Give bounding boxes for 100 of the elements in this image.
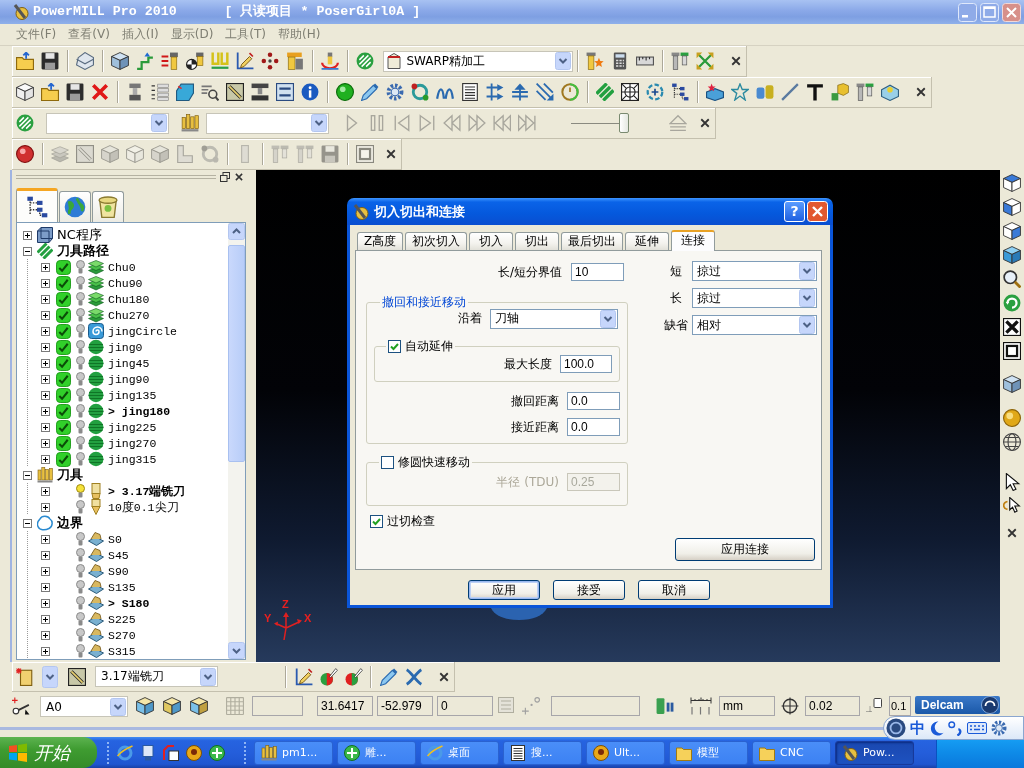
tree-item[interactable]: S315	[108, 644, 136, 658]
bulb-icon[interactable]	[76, 340, 85, 354]
tile-icon[interactable]	[276, 83, 294, 101]
collapse-icon[interactable]	[23, 470, 32, 480]
expand-icon[interactable]	[41, 582, 50, 592]
bulb-icon[interactable]	[76, 356, 85, 370]
diagonal-arrows-icon[interactable]	[536, 83, 554, 101]
collapse-icon[interactable]	[23, 246, 32, 256]
sphere-icon[interactable]	[336, 83, 354, 101]
keyboard-icon[interactable]	[967, 720, 987, 736]
expand-icon[interactable]	[41, 422, 50, 432]
tools-icon[interactable]	[671, 52, 689, 70]
dropdown[interactable]: 掠过	[692, 261, 817, 281]
checkbox[interactable]	[388, 339, 401, 353]
scroll-down-icon[interactable]	[228, 642, 245, 659]
close-icon[interactable]	[699, 117, 711, 129]
tab[interactable]: 连接	[671, 230, 716, 251]
expand-icon[interactable]	[41, 294, 50, 304]
check-icon[interactable]	[56, 275, 71, 291]
close-icon[interactable]	[1006, 527, 1018, 539]
tool-holder-icon[interactable]	[16, 667, 34, 686]
cylinder-tool-icon[interactable]	[286, 52, 304, 70]
expand-icon[interactable]	[41, 342, 50, 352]
tree-item[interactable]: S135	[108, 580, 136, 594]
checkbox-label[interactable]: 自动延伸	[405, 339, 453, 353]
cancel-button[interactable]: 取消	[637, 580, 710, 600]
coordinate-field[interactable]: -52.979	[377, 696, 433, 716]
cylinders-icon[interactable]	[756, 83, 774, 101]
tree-item[interactable]: jing225	[108, 420, 157, 434]
tab[interactable]: 最后切出	[561, 232, 624, 250]
tool-frame-icon[interactable]	[68, 667, 86, 686]
ring-icon[interactable]	[886, 718, 906, 738]
tree-item[interactable]: > S180	[108, 596, 150, 610]
cross-box-icon[interactable]	[1003, 318, 1021, 336]
tree-item[interactable]: 刀具	[57, 466, 83, 484]
check-icon[interactable]	[56, 419, 71, 435]
sphere-icon[interactable]	[16, 145, 34, 163]
taskbar-button[interactable]: 搜...	[503, 740, 582, 765]
bulb-icon[interactable]	[76, 580, 85, 594]
check-icon[interactable]	[56, 307, 71, 323]
expand-icon[interactable]	[23, 230, 32, 240]
chevron-down-icon[interactable]	[310, 114, 327, 132]
line-icon[interactable]	[781, 83, 799, 101]
chevron-down-icon[interactable]	[200, 667, 216, 686]
cube-icon[interactable]	[136, 697, 154, 715]
pencil-sphere-icon[interactable]	[319, 667, 338, 686]
settings-icon[interactable]	[386, 83, 404, 101]
input-field[interactable]: 100.0	[560, 355, 612, 373]
tool-holder-icon[interactable]	[126, 83, 144, 101]
chevron-down-icon[interactable]	[799, 289, 815, 307]
tree-item[interactable]: jing135	[108, 388, 157, 402]
axes-pencil-icon[interactable]	[294, 667, 313, 686]
expand-icon[interactable]	[41, 326, 50, 336]
check-icon[interactable]	[56, 339, 71, 355]
expand-icon[interactable]	[41, 262, 50, 272]
box-icon[interactable]	[881, 83, 899, 101]
tree-item[interactable]: S0	[108, 532, 122, 546]
bulb-icon[interactable]	[76, 436, 85, 450]
expand-icon[interactable]	[41, 390, 50, 400]
stripes-icon[interactable]	[356, 52, 374, 70]
window-icon[interactable]	[163, 744, 179, 761]
start-button[interactable]: 开始	[0, 737, 97, 768]
tree-item[interactable]: jing315	[108, 452, 157, 466]
input-field[interactable]: 10	[571, 263, 624, 281]
cube-icon[interactable]	[1003, 222, 1021, 240]
tree-item[interactable]: S90	[108, 564, 129, 578]
apply-button[interactable]: 应用	[467, 580, 540, 600]
frame-icon[interactable]	[1003, 342, 1021, 360]
pencil-icon[interactable]	[361, 83, 379, 101]
bulb-icon[interactable]	[76, 308, 85, 322]
bulb-icon[interactable]	[76, 548, 85, 562]
units-field[interactable]: mm	[719, 696, 775, 716]
panel-tab[interactable]	[16, 188, 58, 222]
taskbar-button[interactable]: Pow...	[835, 740, 914, 765]
collapse-icon[interactable]	[23, 518, 32, 528]
bulb-icon[interactable]	[76, 260, 85, 274]
chevron-down-icon[interactable]	[799, 262, 815, 280]
tree-item[interactable]: jing270	[108, 436, 157, 450]
dropdown[interactable]: 刀轴	[490, 308, 618, 329]
tree-item[interactable]: jing45	[108, 356, 150, 370]
expand-icon[interactable]	[41, 614, 50, 624]
input-field[interactable]: 0.02	[805, 696, 860, 716]
tree-item[interactable]: S225	[108, 612, 136, 626]
list-icon[interactable]	[151, 83, 169, 101]
taskbar-button[interactable]: 雕...	[337, 740, 416, 765]
tools-icon[interactable]	[181, 114, 199, 132]
crosshair-icon[interactable]	[781, 697, 799, 715]
folder-icon[interactable]	[16, 52, 34, 70]
tab[interactable]: 切入	[469, 232, 514, 250]
cube-icon[interactable]	[1003, 174, 1021, 192]
scrollbar-thumb[interactable]	[228, 245, 245, 462]
tools-icon[interactable]	[856, 83, 874, 101]
close-icon[interactable]	[234, 172, 244, 182]
tree-item[interactable]: Chu270	[108, 308, 150, 322]
check-icon[interactable]	[56, 291, 71, 307]
tool-lines-icon[interactable]	[161, 52, 179, 70]
info-icon[interactable]	[301, 83, 319, 101]
panel-tab[interactable]	[59, 191, 91, 222]
tool-frame-icon[interactable]	[226, 83, 244, 101]
ball-tool-icon[interactable]	[186, 52, 204, 70]
